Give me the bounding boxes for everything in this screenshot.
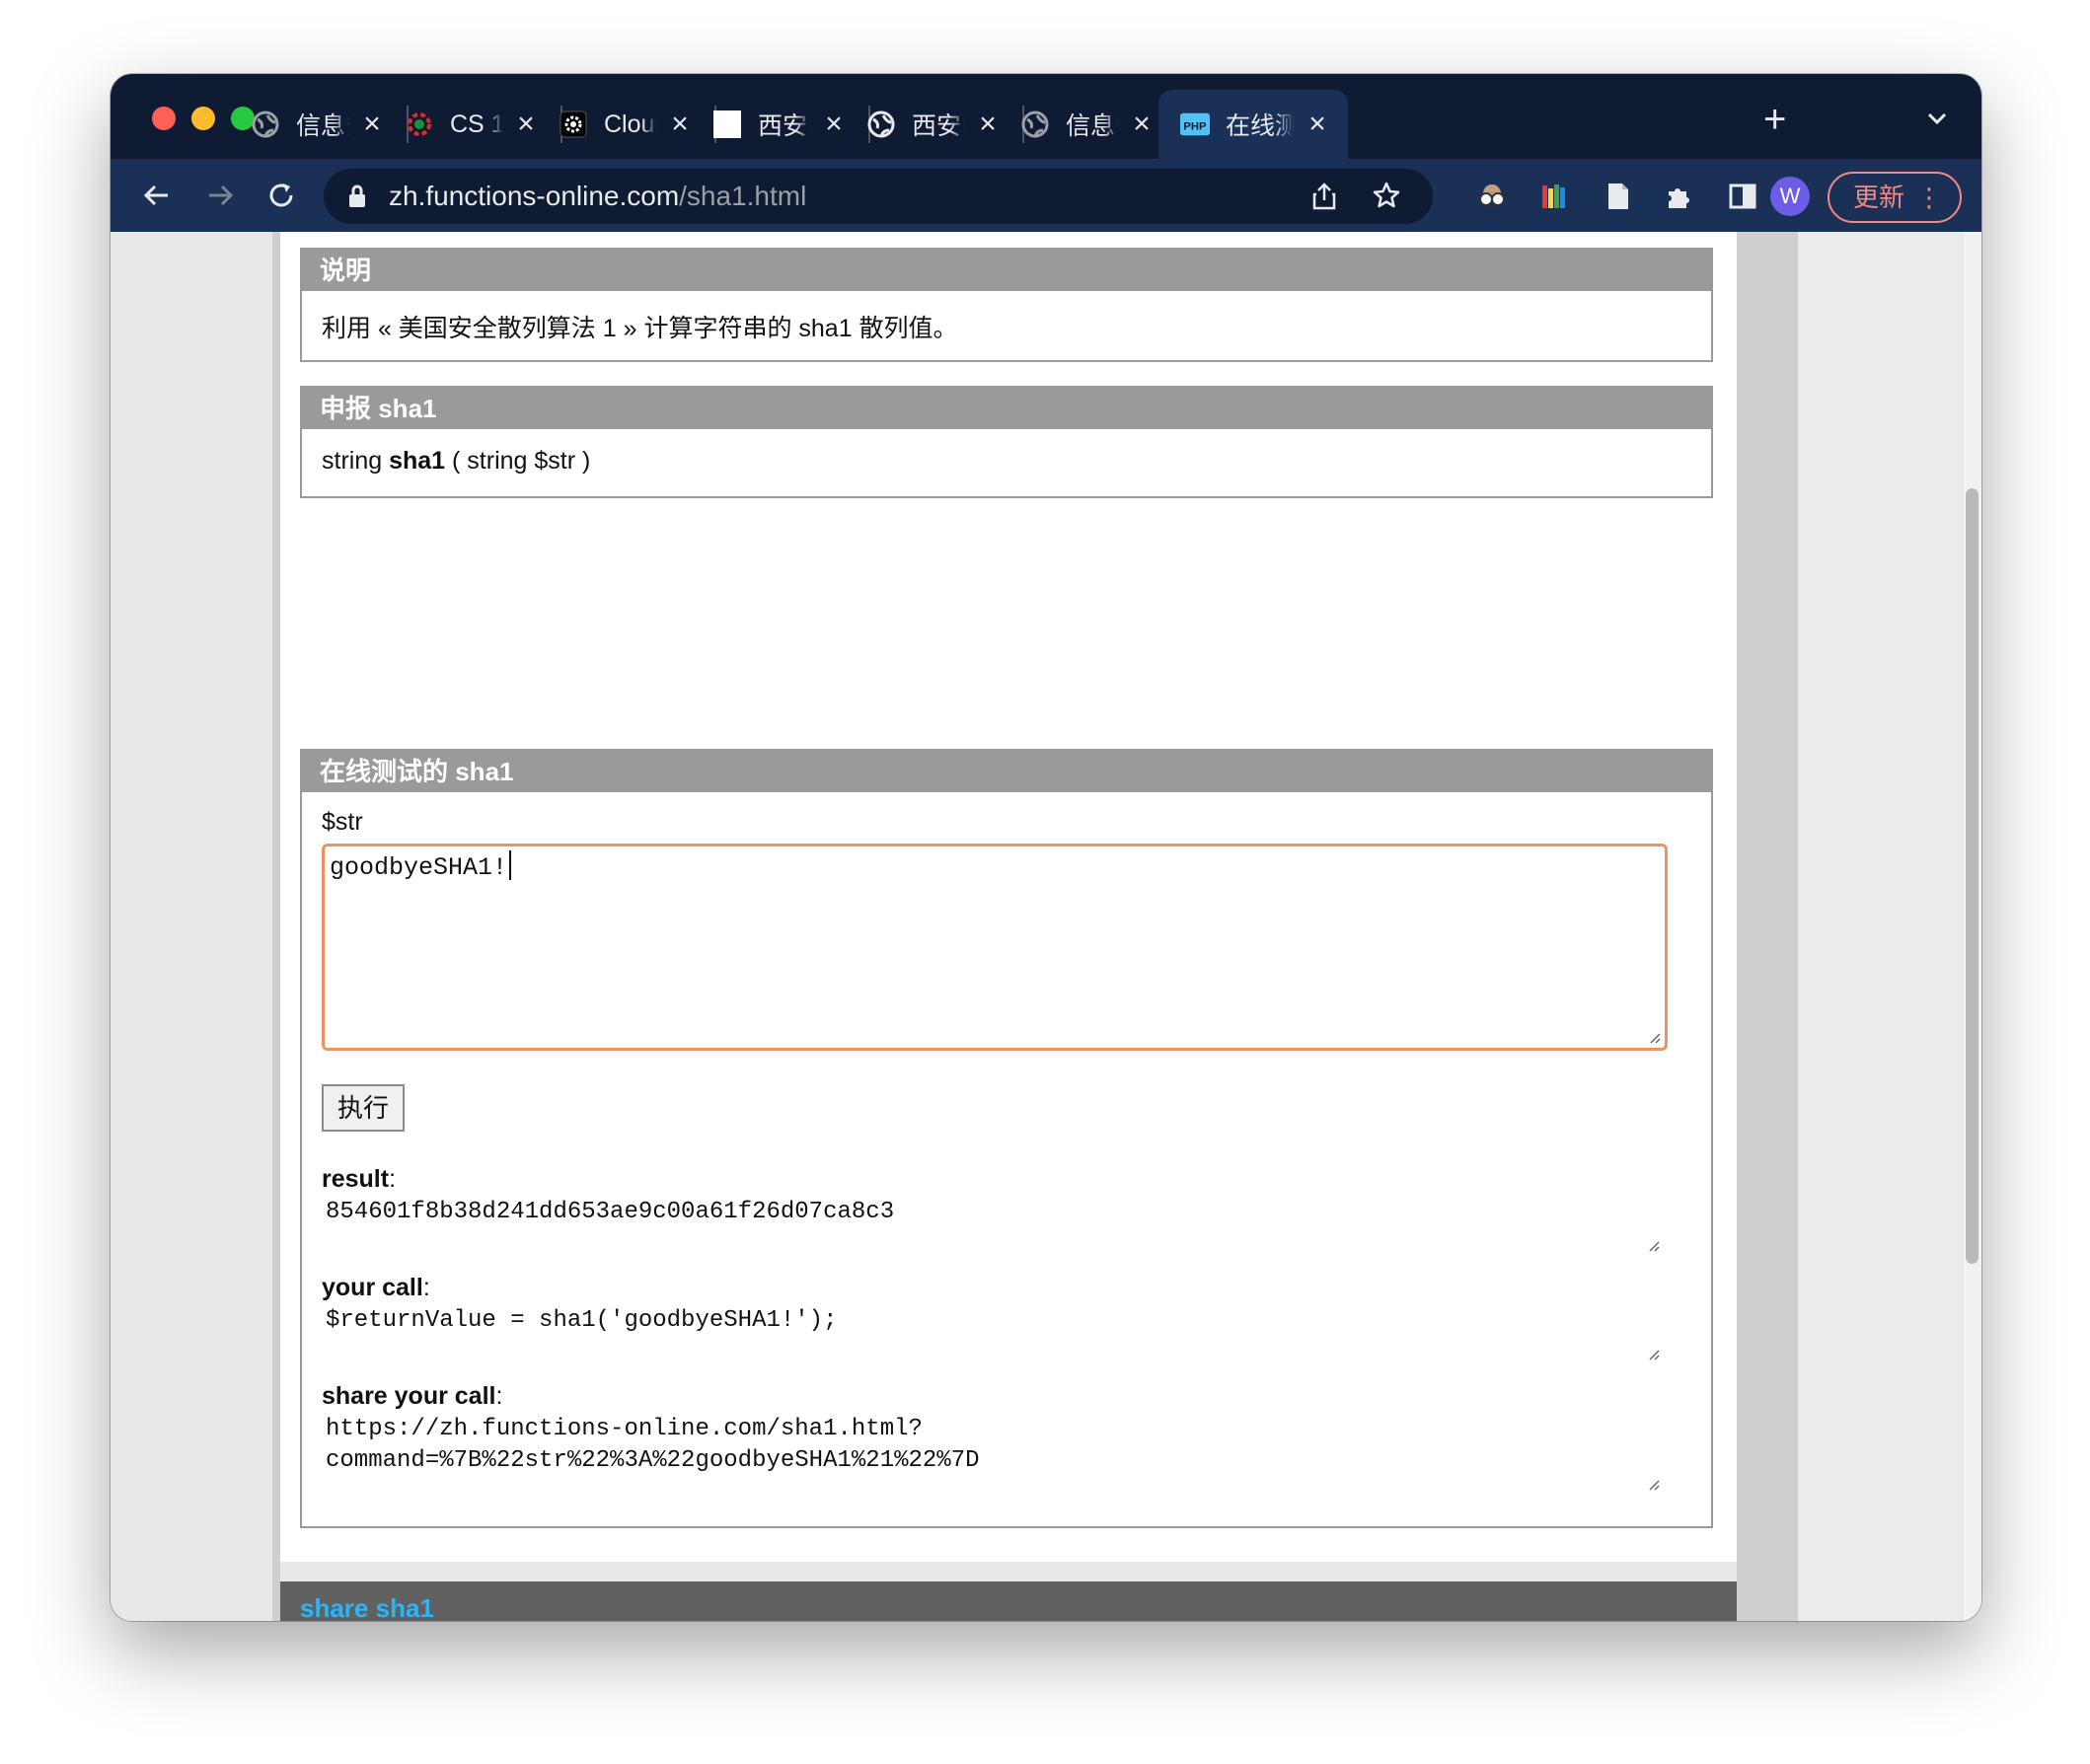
arrow-right-icon <box>209 184 234 206</box>
tab-5[interactable]: 信息安全 × <box>999 90 1172 159</box>
section-title: 在线测试的 sha1 <box>302 751 1711 792</box>
tab-2[interactable]: CloudJ × <box>537 90 710 159</box>
url-domain: zh.functions-online.com <box>389 181 680 211</box>
rust-logo-icon <box>405 110 434 139</box>
tab-strip: 信息安全 × CS 110L × CloudJ × 西安电子 × <box>111 74 1981 159</box>
tab-0[interactable]: 信息安全 × <box>229 90 403 159</box>
text-caret <box>509 850 512 880</box>
function-signature: string sha1 ( string $str ) <box>302 429 1711 493</box>
share-call-label-text: share your call <box>322 1382 496 1410</box>
resize-handle-icon[interactable] <box>1647 1030 1661 1044</box>
str-input[interactable]: goodbyeSHA1! <box>322 844 1668 1051</box>
function-params: ( string $str ) <box>452 447 591 475</box>
declaration-section: 申报 sha1 string sha1 ( string $str ) <box>300 386 1713 498</box>
minimize-window-button[interactable] <box>191 107 215 130</box>
lock-icon[interactable] <box>347 184 367 213</box>
right-gutter <box>1798 232 1962 1621</box>
close-window-button[interactable] <box>152 107 176 130</box>
tab-label: CS 110L <box>450 110 503 138</box>
return-type: string <box>322 447 383 475</box>
tab-label: 在线测试 <box>1226 112 1295 140</box>
resize-handle-icon[interactable] <box>1646 1477 1660 1491</box>
browser-window: 信息安全 × CS 110L × CloudJ × 西安电子 × <box>111 74 1981 1621</box>
tab-label: 信息安全 <box>1066 112 1119 140</box>
globe-icon <box>251 110 280 139</box>
svg-text:PHP: PHP <box>1183 121 1207 133</box>
tab-label: 信息安全 <box>296 112 349 140</box>
resize-handle-icon[interactable] <box>1646 1238 1660 1252</box>
reload-button[interactable] <box>264 179 298 212</box>
section-title: 申报 sha1 <box>302 388 1711 429</box>
forward-button[interactable] <box>203 179 237 212</box>
function-name: sha1 <box>389 447 446 475</box>
share-call-output[interactable]: https://zh.functions-online.com/sha1.htm… <box>326 1414 980 1477</box>
side-panel-icon[interactable] <box>1727 181 1758 212</box>
left-margin <box>272 232 280 1621</box>
your-call-output[interactable]: $returnValue = sha1('goodbyeSHA1!'); <box>326 1305 837 1337</box>
web-page: 说明 利用 « 美国安全散列算法 1 » 计算字符串的 sha1 散列值。 申报… <box>111 232 1981 1621</box>
description-text: 利用 « 美国安全散列算法 1 » 计算字符串的 sha1 散列值。 <box>322 315 958 342</box>
your-call-label-text: your call <box>322 1274 423 1301</box>
share-call-label: share your call: <box>322 1382 503 1410</box>
update-button[interactable]: 更新 ⋮ <box>1828 172 1962 223</box>
tab-label: 西安电子 <box>912 112 965 140</box>
result-output[interactable]: 854601f8b38d241dd653ae9c00a61f26d07ca8c3 <box>326 1197 894 1228</box>
right-margin <box>1737 232 1798 1621</box>
param-label: $str <box>322 808 363 836</box>
result-label: result: <box>322 1165 397 1193</box>
url-path: /sha1.html <box>679 181 807 211</box>
reload-icon <box>269 184 293 207</box>
profile-avatar[interactable]: W <box>1770 177 1810 216</box>
your-call-label: your call: <box>322 1274 430 1301</box>
back-button[interactable] <box>140 179 174 212</box>
extension-glasses-icon[interactable] <box>1476 181 1508 212</box>
tab-label: CloudJ <box>604 110 657 138</box>
tab-6-active[interactable]: PHP 在线测试 × <box>1158 90 1348 159</box>
share-icon[interactable] <box>1310 182 1338 216</box>
close-icon[interactable]: × <box>975 110 1001 139</box>
str-input-value: goodbyeSHA1! <box>330 853 508 882</box>
execute-button[interactable]: 执行 <box>322 1084 405 1132</box>
close-icon[interactable]: × <box>513 110 539 139</box>
arrow-left-icon <box>143 184 168 206</box>
close-icon[interactable]: × <box>821 110 847 139</box>
close-icon[interactable]: × <box>1305 110 1330 139</box>
url-text[interactable]: zh.functions-online.com/sha1.html <box>389 181 806 212</box>
description-section: 说明 利用 « 美国安全散列算法 1 » 计算字符串的 sha1 散列值。 <box>300 248 1713 362</box>
bookmark-star-icon[interactable] <box>1372 181 1401 215</box>
main-content: 说明 利用 « 美国安全散列算法 1 » 计算字符串的 sha1 散列值。 申报… <box>280 232 1737 1562</box>
update-label: 更新 <box>1853 183 1905 212</box>
globe-icon <box>866 110 896 139</box>
blank-page-icon <box>712 110 742 139</box>
extensions-puzzle-icon[interactable] <box>1664 181 1695 212</box>
address-bar[interactable]: zh.functions-online.com/sha1.html <box>324 169 1433 224</box>
extension-document-icon[interactable] <box>1603 181 1634 212</box>
close-icon[interactable]: × <box>667 110 693 139</box>
browser-toolbar: zh.functions-online.com/sha1.html W 更新 ⋮ <box>111 159 1981 232</box>
new-tab-button[interactable]: + <box>1763 100 1786 139</box>
tab-4[interactable]: 西安电子 × <box>845 90 1018 159</box>
globe-icon <box>1020 110 1050 139</box>
scrollbar-thumb[interactable] <box>1966 488 1978 1264</box>
share-section-title[interactable]: share sha1 <box>300 1593 434 1621</box>
tab-3[interactable]: 西安电子 × <box>691 90 864 159</box>
chevron-down-icon <box>1927 112 1947 125</box>
tab-1[interactable]: CS 110L × <box>383 90 557 159</box>
share-section-header: share sha1 <box>280 1581 1737 1621</box>
resize-handle-icon[interactable] <box>1646 1347 1660 1360</box>
tab-label: 西安电子 <box>758 112 811 140</box>
php-icon: PHP <box>1180 110 1210 139</box>
result-label-text: result <box>322 1165 390 1193</box>
online-test-section: 在线测试的 sha1 $str goodbyeSHA1! 执行 result: … <box>300 749 1713 1528</box>
cloud-app-icon <box>559 110 588 139</box>
section-title: 说明 <box>302 250 1711 291</box>
close-icon[interactable]: × <box>1129 110 1155 139</box>
extension-books-icon[interactable] <box>1539 181 1571 212</box>
close-icon[interactable]: × <box>359 110 385 139</box>
more-vert-icon: ⋮ <box>1916 183 1942 212</box>
tab-search-button[interactable] <box>1924 106 1950 136</box>
